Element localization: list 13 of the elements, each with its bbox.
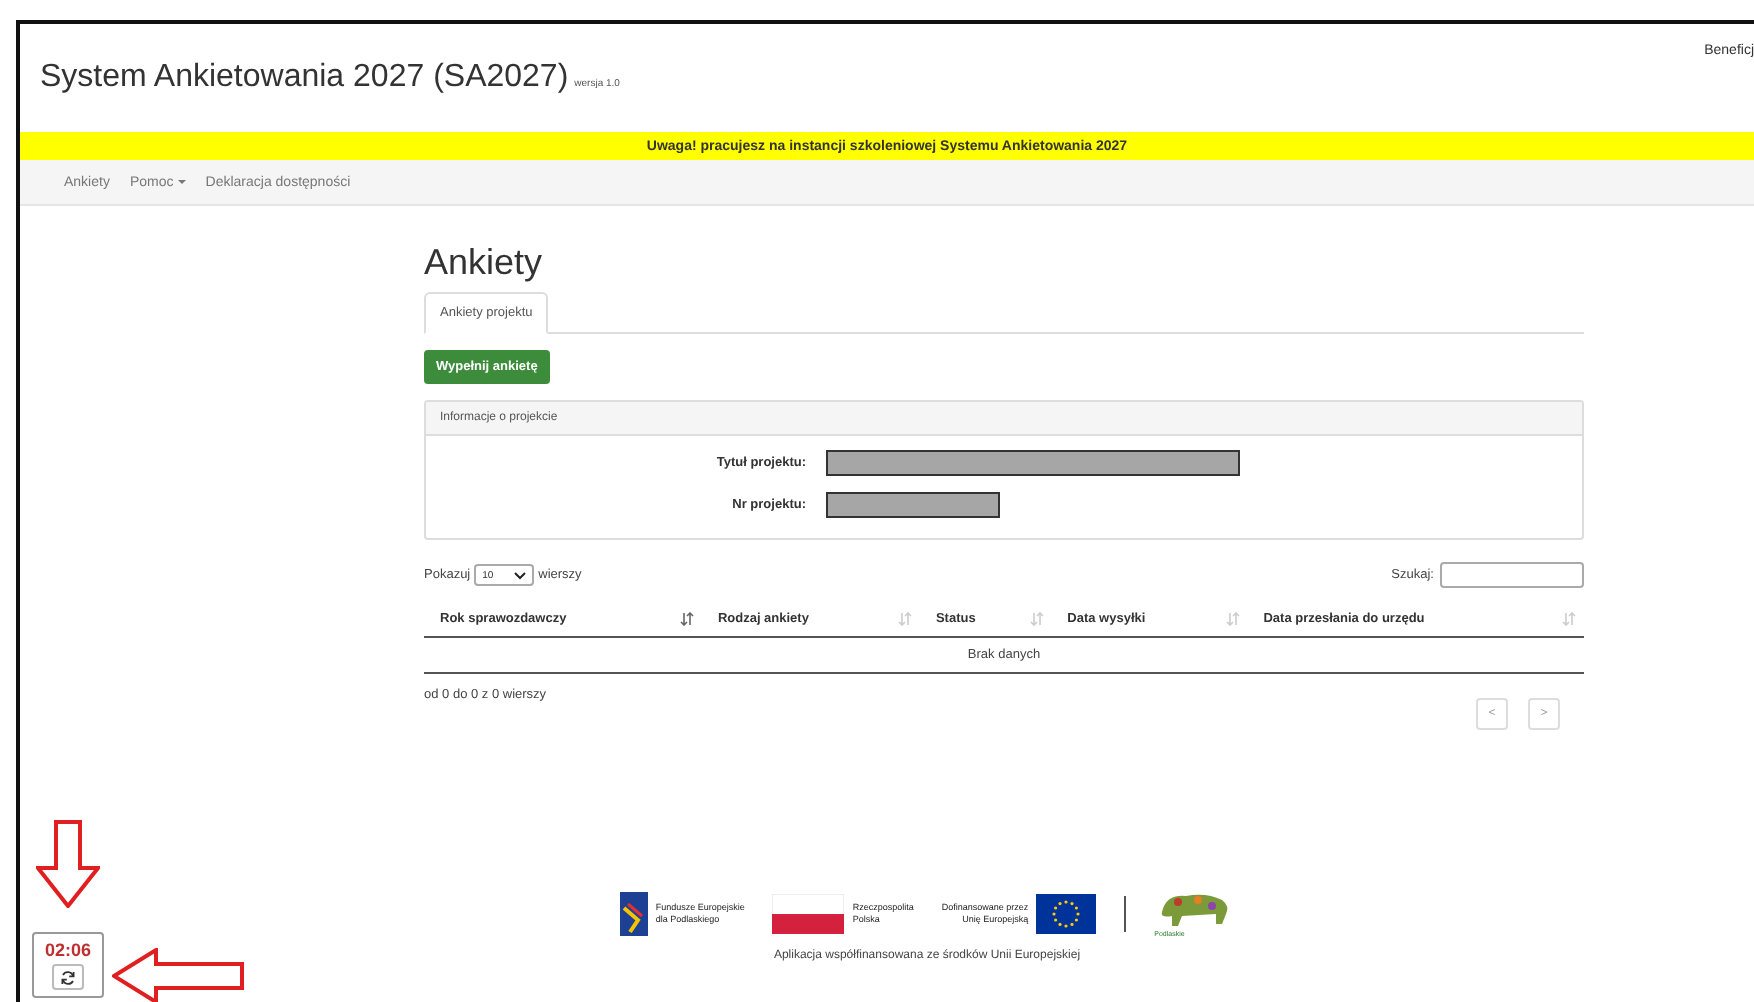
flag-star-logo-icon: [619, 891, 648, 935]
flag-icon: [772, 893, 845, 933]
app-title: System Ankietowania 2027 (SA2027): [40, 60, 569, 94]
search-field[interactable]: [1440, 562, 1584, 588]
caret-icon: [177, 179, 186, 184]
page-heading: Ankiety: [424, 242, 545, 284]
timer-text: 02:06: [44, 940, 92, 960]
down-arrow-icon: [36, 820, 100, 908]
star-circle-flag-icon: [1036, 893, 1097, 933]
chevron-down-icon: [514, 571, 527, 579]
refresh-icon: [60, 969, 76, 985]
refresh-button[interactable]: [52, 964, 84, 990]
left-arrow-icon: [112, 948, 244, 1002]
